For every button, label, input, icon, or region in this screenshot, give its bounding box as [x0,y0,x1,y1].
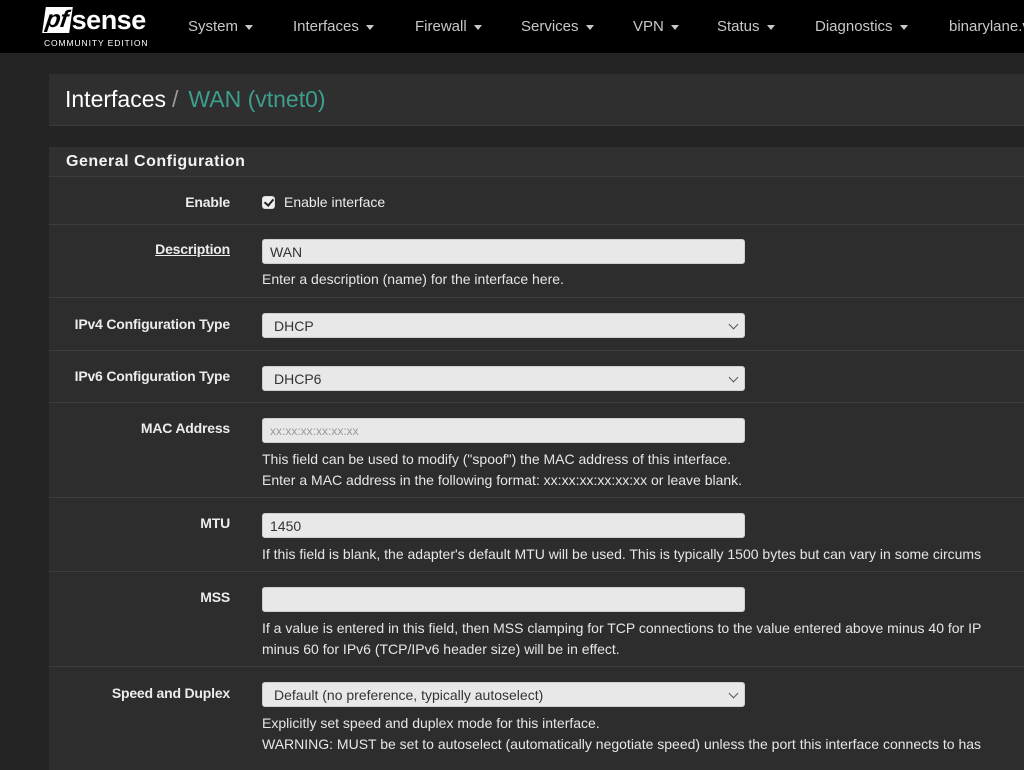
nav-firewall-menu[interactable]: Firewall [415,0,482,53]
nav-services-menu[interactable]: Services [521,0,594,53]
speed-duplex-row: Speed and Duplex Default (no preference,… [49,667,1024,770]
general-configuration-panel: General Configuration Enable Enable inte… [49,147,1024,770]
ipv6-type-row: IPv6 Configuration Type DHCP6 [49,351,1024,403]
nav-vpn-menu[interactable]: VPN [633,0,679,53]
chevron-down-icon [728,319,739,330]
mac-address-input[interactable] [262,418,745,443]
speed-duplex-help-line-1: Explicitly set speed and duplex mode for… [262,715,600,731]
ipv4-type-row: IPv4 Configuration Type DHCP [49,298,1024,351]
ipv6-type-label: IPv6 Configuration Type [74,368,231,384]
speed-duplex-selected: Default (no preference, typically autose… [274,686,544,703]
mac-address-help-line-1: This field can be used to modify ("spoof… [262,451,732,467]
mss-input[interactable] [262,587,745,612]
nav-hostname-label: binarylane.v [949,18,1024,35]
mss-row: MSS If a value is entered in this field,… [49,572,1024,667]
caret-down-icon [585,25,594,30]
description-input[interactable] [262,239,745,264]
description-help: Enter a description (name) for the inter… [262,271,564,287]
enable-interface-checkbox[interactable] [262,195,275,209]
speed-duplex-select[interactable]: Default (no preference, typically autose… [262,682,745,707]
mtu-input[interactable] [262,513,745,538]
caret-down-icon [899,25,908,30]
nav-diagnostics-menu[interactable]: Diagnostics [815,0,908,53]
ipv4-type-selected: DHCP [274,317,314,334]
chevron-down-icon [728,372,739,383]
mtu-row: MTU If this field is blank, the adapter'… [49,498,1024,572]
mac-address-help-line-2: Enter a MAC address in the following for… [262,472,743,488]
nav-status-menu[interactable]: Status [717,0,775,53]
mss-help-line-1: If a value is entered in this field, the… [262,620,982,636]
ipv4-type-select[interactable]: DHCP [262,313,745,338]
nav-system-menu[interactable]: System [188,0,254,53]
enable-row: Enable Enable interface [49,178,1024,225]
caret-down-icon [473,25,482,30]
enable-label: Enable [185,194,230,210]
nav-hostname-menu[interactable]: binarylane.v [949,0,1024,53]
mtu-help: If this field is blank, the adapter's de… [262,546,982,562]
speed-duplex-label: Speed and Duplex [111,685,230,701]
nav-vpn-label: VPN [633,18,664,35]
caret-down-icon [670,25,679,30]
breadcrumb: Interfaces / WAN (vtnet0) [49,74,1024,126]
top-navbar: pf sense COMMUNITY EDITION System Interfa… [0,0,1024,53]
brand-pf: pf [42,6,73,33]
breadcrumb-current-page[interactable]: WAN (vtnet0) [188,86,325,113]
description-label-link[interactable]: Description [49,241,230,257]
mss-label: MSS [200,589,230,605]
panel-title: General Configuration [49,147,1024,177]
nav-firewall-label: Firewall [415,18,467,35]
brand-logo-text: pf sense [42,4,162,36]
chevron-down-icon [728,688,739,699]
mac-address-label: MAC Address [140,420,230,436]
brand-edition: COMMUNITY EDITION [44,38,149,48]
brand-sense: sense [71,5,147,35]
ipv4-type-label: IPv4 Configuration Type [74,316,231,332]
enable-interface-control[interactable]: Enable interface [262,194,385,210]
nav-interfaces-label: Interfaces [293,18,359,35]
caret-down-icon [365,25,374,30]
caret-down-icon [766,25,775,30]
speed-duplex-help-line-2: WARNING: MUST be set to autoselect (auto… [262,736,982,752]
mac-address-row: MAC Address This field can be used to mo… [49,403,1024,498]
enable-interface-text: Enable interface [284,194,386,210]
nav-diagnostics-label: Diagnostics [815,18,893,35]
pfsense-logo[interactable]: pf sense COMMUNITY EDITION [42,4,162,50]
ipv6-type-selected: DHCP6 [274,370,322,387]
ipv6-type-select[interactable]: DHCP6 [262,366,745,391]
breadcrumb-separator: / [172,86,179,112]
nav-interfaces-menu[interactable]: Interfaces [293,0,374,53]
mtu-label: MTU [200,515,230,531]
nav-status-label: Status [717,18,760,35]
nav-system-label: System [188,18,239,35]
breadcrumb-interfaces-link[interactable]: Interfaces [65,86,166,113]
caret-down-icon [245,25,254,30]
mss-help-line-2: minus 60 for IPv6 (TCP/IPv6 header size)… [262,641,620,657]
description-row: Description Enter a description (name) f… [49,225,1024,298]
nav-services-label: Services [521,18,579,35]
